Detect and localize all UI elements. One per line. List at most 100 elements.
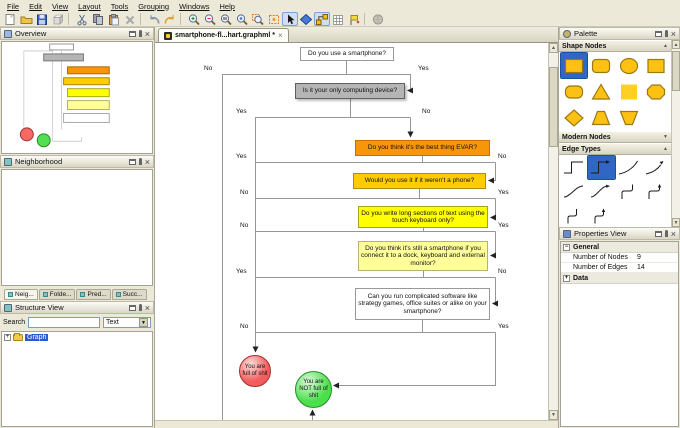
pin-icon[interactable] — [138, 30, 142, 37]
overview-globe-icon[interactable] — [370, 12, 386, 26]
copy-icon[interactable] — [90, 12, 106, 26]
menu-windows[interactable]: Windows — [174, 2, 214, 11]
collapse-icon[interactable]: − — [563, 243, 570, 251]
palette-edge-polyline[interactable] — [561, 156, 587, 179]
save-icon[interactable] — [34, 12, 50, 26]
close-icon[interactable]: × — [671, 229, 676, 238]
float-icon[interactable] — [128, 158, 136, 165]
cut-icon[interactable] — [74, 12, 90, 26]
expand-icon[interactable]: + — [563, 274, 570, 282]
scroll-thumb[interactable] — [672, 51, 680, 91]
edge-label[interactable]: Yes — [235, 153, 248, 160]
expand-icon[interactable]: ▼ — [663, 134, 668, 140]
palette-shape-gradient-rectangle[interactable] — [616, 79, 642, 104]
edge-label[interactable]: Yes — [235, 268, 248, 275]
flow-node-full-of-shit[interactable]: You are full of shit — [239, 355, 271, 387]
section-shape-nodes[interactable]: Shape Nodes ▲ — [559, 40, 671, 52]
float-icon[interactable] — [654, 230, 662, 237]
close-icon[interactable]: × — [145, 29, 150, 38]
search-input[interactable] — [28, 316, 100, 328]
orthogonal-mode-icon[interactable] — [314, 12, 330, 26]
palette-scrollbar[interactable]: ▲ ▼ — [671, 40, 680, 227]
menu-layout[interactable]: Layout — [73, 2, 106, 11]
scroll-up-icon[interactable]: ▲ — [549, 43, 558, 53]
flow-node-q1[interactable]: Do you use a smartphone? — [300, 47, 394, 61]
zoom-in-icon[interactable] — [186, 12, 202, 26]
menu-grouping[interactable]: Grouping — [133, 2, 174, 11]
palette-shape-round-rectangle[interactable] — [561, 79, 587, 104]
edge-label[interactable]: No — [421, 108, 432, 115]
edge-label[interactable]: Yes — [417, 65, 430, 72]
flow-node-q6[interactable]: Do you think it's still a smartphone if … — [358, 241, 488, 271]
edge-label[interactable]: No — [497, 153, 508, 160]
fit-selection-icon[interactable] — [266, 12, 282, 26]
property-group-general[interactable]: − General — [561, 242, 678, 253]
palette-edge-curve-arrow[interactable] — [588, 180, 614, 203]
scroll-down-icon[interactable]: ▼ — [549, 410, 558, 420]
delete-icon[interactable] — [122, 12, 138, 26]
pin-icon[interactable] — [138, 304, 142, 311]
expand-icon[interactable]: + — [4, 334, 11, 341]
float-icon[interactable] — [128, 304, 136, 311]
palette-edge-arc[interactable] — [616, 156, 642, 179]
flow-node-q2[interactable]: Is it your only computing device? — [295, 83, 405, 99]
tab-successors[interactable]: Succ... — [111, 289, 147, 300]
graph-canvas[interactable]: Do you use a smartphone? Is it your only… — [155, 43, 548, 420]
palette-shape-rounded-rectangle[interactable] — [588, 53, 614, 78]
flow-node-q5[interactable]: Do you write long sections of text using… — [358, 206, 488, 228]
menu-help[interactable]: Help — [215, 2, 240, 11]
grid-icon[interactable] — [330, 12, 346, 26]
palette-edge-step2[interactable] — [561, 204, 587, 227]
paste-icon[interactable] — [106, 12, 122, 26]
property-value[interactable]: 9 — [637, 254, 678, 261]
zoom-selection-icon[interactable] — [250, 12, 266, 26]
edge-label[interactable]: No — [497, 268, 508, 275]
flow-node-q3[interactable]: Do you think it's the best thing EVAR? — [355, 140, 490, 156]
palette-shape-octagon[interactable] — [643, 79, 669, 104]
property-group-data[interactable]: + Data — [561, 273, 678, 284]
palette-edge-curve[interactable] — [561, 180, 587, 203]
tab-neighborhood[interactable]: Neig... — [4, 289, 38, 300]
close-icon[interactable]: × — [145, 303, 150, 312]
pin-icon[interactable] — [664, 230, 668, 237]
edge-label[interactable]: Yes — [497, 323, 510, 330]
open-icon[interactable] — [18, 12, 34, 26]
fit-content-icon[interactable] — [234, 12, 250, 26]
scroll-down-icon[interactable]: ▼ — [672, 218, 680, 227]
section-edge-types[interactable]: Edge Types ▲ — [559, 143, 671, 155]
flow-node-q7[interactable]: Can you run complicated software like st… — [355, 288, 490, 320]
tab-predecessors[interactable]: Pred... — [76, 289, 111, 300]
overview-minimap[interactable] — [1, 41, 153, 154]
palette-shape-rectangle-plain[interactable] — [643, 53, 669, 78]
palette-shape-ellipse[interactable] — [616, 53, 642, 78]
flow-node-not-full-of-shit[interactable]: You are NOT full of shit — [295, 371, 332, 408]
undo-icon[interactable] — [146, 12, 162, 26]
menu-tools[interactable]: Tools — [106, 2, 134, 11]
tree-item-graph[interactable]: + Graph — [4, 333, 150, 341]
palette-shape-trapezoid[interactable] — [588, 105, 614, 130]
tab-close-icon[interactable]: × — [278, 31, 283, 40]
palette-edge-step-arrow[interactable] — [643, 180, 669, 203]
palette-shape-rectangle[interactable] — [559, 52, 589, 79]
property-value[interactable]: 14 — [637, 264, 678, 271]
snap-lines-icon[interactable] — [346, 12, 362, 26]
section-modern-nodes[interactable]: Modern Nodes ▼ — [559, 131, 671, 143]
edge-label[interactable]: Yes — [497, 189, 510, 196]
pin-icon[interactable] — [664, 30, 668, 37]
palette-edge-step2-arrow[interactable] — [588, 204, 614, 227]
canvas-vertical-scrollbar[interactable]: ▲ ▼ — [548, 43, 558, 420]
flow-node-q4[interactable]: Would you use it if it weren't a phone? — [353, 173, 486, 189]
palette-shape-diamond[interactable] — [561, 105, 587, 130]
palette-shape-trapezoid-inverted[interactable] — [616, 105, 642, 130]
palette-edge-polyline-arrow[interactable] — [587, 155, 616, 180]
redo-icon[interactable] — [162, 12, 178, 26]
search-type-select[interactable]: Text ▼ — [103, 316, 151, 328]
close-icon[interactable]: × — [671, 29, 676, 38]
menu-file[interactable]: File — [2, 2, 24, 11]
palette-edge-step[interactable] — [616, 180, 642, 203]
menu-view[interactable]: View — [47, 2, 73, 11]
export-icon[interactable] — [50, 12, 66, 26]
scroll-up-icon[interactable]: ▲ — [672, 40, 680, 49]
edge-label[interactable]: No — [239, 323, 250, 330]
scroll-thumb[interactable] — [549, 67, 558, 147]
